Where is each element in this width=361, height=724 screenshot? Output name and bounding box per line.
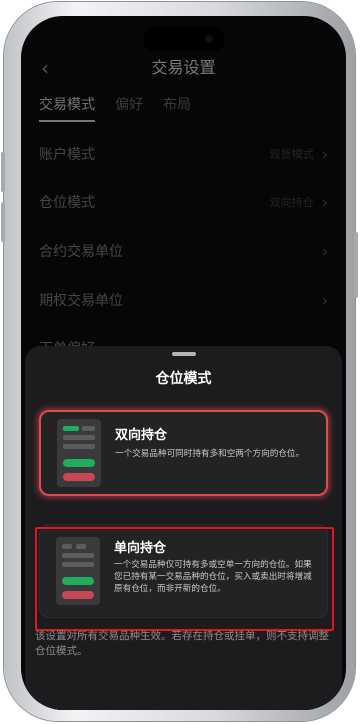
position-mode-sheet: 仓位模式 双向持仓 一个交易品种可同时持有多和空两个方向的仓位。 单向持仓 一个… bbox=[25, 346, 342, 710]
sheet-drag-handle[interactable] bbox=[171, 352, 196, 356]
volume-up-button bbox=[1, 152, 5, 192]
volume-down-button bbox=[1, 202, 5, 242]
option-title: 双向持仓 bbox=[115, 428, 168, 443]
sheet-title: 仓位模式 bbox=[155, 371, 212, 387]
option-description: 一个交易品种可同时持有多和空两个方向的仓位。 bbox=[115, 449, 305, 459]
screen: ‹ 交易设置 交易模式 偏好 布局 账户模式 现货模式 › 仓位模式 双向持仓 … bbox=[21, 16, 346, 710]
sheet-footnote: 该设置对所有交易品种生效。若存在持仓或挂单，则不支持调整仓位模式。 bbox=[35, 630, 329, 657]
highlight-box bbox=[35, 527, 334, 631]
hedge-mode-illustration-icon bbox=[57, 419, 101, 487]
option-hedge-mode[interactable]: 双向持仓 一个交易品种可同时持有多和空两个方向的仓位。 bbox=[39, 410, 328, 496]
phone-frame: ‹ 交易设置 交易模式 偏好 布局 账户模式 现货模式 › 仓位模式 双向持仓 … bbox=[1, 2, 358, 721]
power-button bbox=[354, 232, 358, 298]
